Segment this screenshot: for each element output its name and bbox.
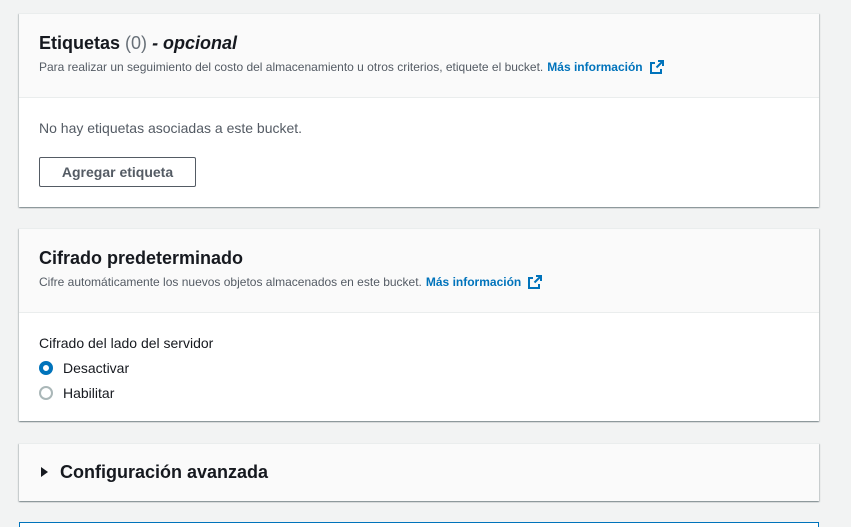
next-panel-edge <box>19 522 819 527</box>
caret-right-icon[interactable] <box>41 467 48 477</box>
tags-description-text: Para realizar un seguimiento del costo d… <box>39 60 544 74</box>
external-link-icon[interactable] <box>528 275 543 289</box>
radio-disable-button[interactable] <box>39 360 53 375</box>
radio-option-disable[interactable]: Desactivar <box>39 355 799 380</box>
tags-title-text: Etiquetas <box>39 33 121 53</box>
encryption-title: Cifrado predeterminado <box>39 248 244 268</box>
radio-disable-label: Desactivar <box>63 359 130 376</box>
tags-more-info-link[interactable]: Más información <box>547 59 642 75</box>
encryption-description-text: Cifre automáticamente los nuevos objetos… <box>39 275 422 289</box>
advanced-settings-title: Configuración avanzada <box>60 462 269 482</box>
encryption-panel-body: Cifrado del lado del servidor Desactivar… <box>19 313 819 405</box>
tags-count: (0) <box>125 33 148 53</box>
encryption-panel-header: Cifrado predeterminado Cifre automáticam… <box>19 229 819 313</box>
external-link-icon[interactable] <box>649 60 664 74</box>
tags-optional-label: - opcional <box>152 33 238 53</box>
encryption-description: Cifre automáticamente los nuevos objetos… <box>39 274 799 290</box>
tags-panel-body: No hay etiquetas asociadas a este bucket… <box>19 120 819 187</box>
radio-enable-label: Habilitar <box>63 384 115 401</box>
tags-title: Etiquetas (0) - opcional <box>39 32 799 54</box>
add-tag-button[interactable]: Agregar etiqueta <box>39 157 196 187</box>
radio-option-enable[interactable]: Habilitar <box>39 380 799 405</box>
radio-enable-button[interactable] <box>39 385 53 400</box>
advanced-settings-panel[interactable]: Configuración avanzada <box>19 443 819 501</box>
advanced-settings-header[interactable]: Configuración avanzada <box>19 444 819 500</box>
tags-description: Para realizar un seguimiento del costo d… <box>39 59 799 75</box>
server-side-encryption-label: Cifrado del lado del servidor <box>39 335 214 351</box>
tags-panel: Etiquetas (0) - opcional Para realizar u… <box>19 13 819 207</box>
tags-panel-header: Etiquetas (0) - opcional Para realizar u… <box>19 14 819 98</box>
encryption-panel: Cifrado predeterminado Cifre automáticam… <box>19 228 819 421</box>
encryption-more-info-link[interactable]: Más información <box>426 274 521 290</box>
tags-empty-text: No hay etiquetas asociadas a este bucket… <box>39 120 303 136</box>
